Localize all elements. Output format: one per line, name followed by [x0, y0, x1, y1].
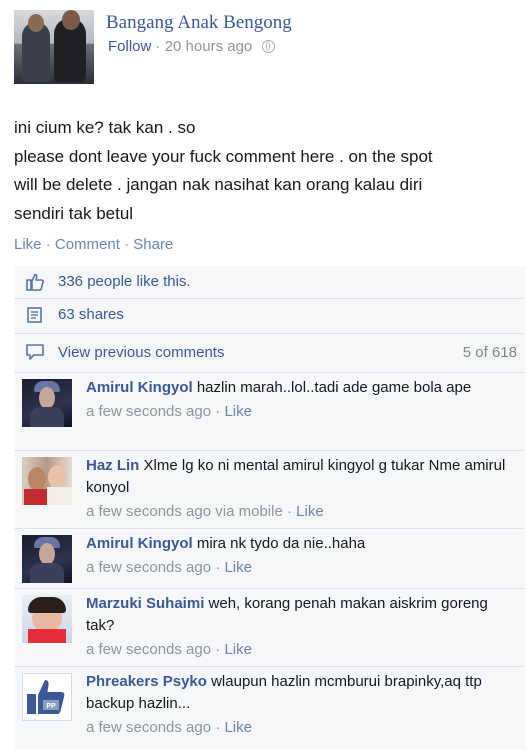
commenter-name[interactable]: Marzuki Suhaimi	[86, 595, 204, 612]
action-dot: ·	[124, 236, 130, 253]
avatar-body	[28, 629, 66, 643]
comment-item: PP Phreakers Psyko wlaupun hazlin mcmbur…	[14, 666, 525, 750]
comment-via: via mobile	[215, 503, 283, 520]
meta-dot: ·	[215, 403, 221, 420]
comment-meta: a few seconds ago · Like	[86, 717, 516, 739]
view-previous-comments[interactable]: View previous comments	[58, 344, 224, 361]
commenter-avatar[interactable]	[22, 595, 72, 643]
comment-like-button[interactable]: Like	[224, 641, 252, 658]
like-button[interactable]: Like	[14, 236, 42, 253]
commenter-name[interactable]: Amirul Kingyol	[86, 379, 193, 396]
share-button[interactable]: Share	[133, 236, 173, 253]
comment-item: Amirul Kingyol hazlin marah..lol..tadi a…	[14, 372, 525, 450]
avatar-body	[24, 489, 48, 505]
comment-body: Amirul Kingyol hazlin marah..lol..tadi a…	[86, 377, 516, 423]
meta-dot: ·	[286, 503, 292, 520]
comment-meta: a few seconds ago · Like	[86, 401, 516, 423]
avatar-face	[28, 467, 46, 491]
comment-meta: a few seconds ago · Like	[86, 639, 516, 661]
comment-text: mira nk tydo da nie..haha	[196, 535, 366, 552]
commenter-avatar[interactable]	[22, 379, 72, 427]
meta-separator: ·	[155, 38, 161, 55]
comment-like-button[interactable]: Like	[224, 719, 252, 736]
meta-dot: ·	[215, 559, 221, 576]
post-meta: Follow · 20 hours ago	[108, 38, 276, 55]
comment-meta: a few seconds ago via mobile · Like	[86, 501, 516, 523]
avatar-body	[30, 407, 64, 427]
page-name-link[interactable]: Bangang Anak Bengong	[106, 12, 292, 34]
thumbs-up-logo-icon: PP	[27, 680, 65, 714]
post-actions: Like · Comment · Share	[14, 236, 173, 253]
page-avatar[interactable]	[14, 10, 94, 84]
commenter-avatar[interactable]	[22, 457, 72, 505]
comment-time[interactable]: a few seconds ago	[86, 641, 211, 658]
comment-text: Xlme lg ko ni mental amirul kingyol g tu…	[86, 457, 506, 496]
comment-count: 5 of 618	[462, 344, 517, 361]
post-text: ini cium ke? tak kan . so please dont le…	[14, 114, 526, 228]
post-text-line: please dont leave your fuck comment here…	[14, 146, 433, 166]
comment-item: Haz Lin Xlme lg ko ni mental amirul king…	[14, 450, 525, 528]
avatar-head-left	[28, 14, 44, 32]
shares-row[interactable]: 63 shares	[14, 299, 525, 334]
commenter-name[interactable]: Haz Lin	[86, 457, 139, 474]
follow-link[interactable]: Follow	[108, 38, 151, 55]
comment-like-button[interactable]: Like	[224, 559, 252, 576]
commenter-name[interactable]: Phreakers Psyko	[86, 673, 207, 690]
avatar-head-right	[62, 10, 80, 30]
avatar-hair	[28, 597, 66, 613]
post-timestamp[interactable]: 20 hours ago	[165, 38, 253, 55]
likes-row[interactable]: 336 people like this.	[14, 266, 525, 299]
likes-count[interactable]: 336 people like this.	[58, 273, 191, 290]
comment-body: Marzuki Suhaimi weh, korang penah makan …	[86, 593, 516, 661]
comment-text: hazlin marah..lol..tadi ade game bola ap…	[196, 379, 472, 396]
comment-body: Haz Lin Xlme lg ko ni mental amirul king…	[86, 455, 516, 523]
avatar-face	[48, 465, 66, 489]
comment-body: Phreakers Psyko wlaupun hazlin mcmburui …	[86, 671, 516, 739]
comment-button[interactable]: Comment	[55, 236, 120, 253]
meta-dot: ·	[215, 641, 221, 658]
avatar-face	[39, 543, 55, 565]
comment-body: Amirul Kingyol mira nk tydo da nie..haha…	[86, 533, 516, 579]
comment-time[interactable]: a few seconds ago	[86, 403, 211, 420]
meta-dot: ·	[215, 719, 221, 736]
comment-time[interactable]: a few seconds ago	[86, 503, 211, 520]
commenter-avatar[interactable]	[22, 535, 72, 583]
commenter-avatar[interactable]: PP	[22, 673, 72, 721]
comment-like-button[interactable]: Like	[296, 503, 324, 520]
comment-time[interactable]: a few seconds ago	[86, 719, 211, 736]
comment-bubble-icon	[26, 344, 44, 360]
post-header: Bangang Anak Bengong Follow · 20 hours a…	[14, 10, 524, 86]
globe-icon	[262, 40, 276, 53]
share-icon	[27, 307, 42, 323]
svg-text:PP: PP	[46, 703, 56, 710]
view-previous-row[interactable]: View previous comments 5 of 618	[14, 334, 525, 372]
avatar-body	[47, 487, 72, 505]
comment-time[interactable]: a few seconds ago	[86, 559, 211, 576]
post-text-line: ini cium ke? tak kan . so	[14, 118, 196, 137]
commenter-name[interactable]: Amirul Kingyol	[86, 535, 193, 552]
post-text-line: will be delete . jangan nak nasihat kan …	[14, 175, 423, 194]
avatar-body	[30, 563, 64, 583]
post-text-line: sendiri tak betul	[14, 203, 134, 223]
avatar-face	[39, 387, 55, 409]
shares-count[interactable]: 63 shares	[58, 306, 124, 323]
comment-item: Marzuki Suhaimi weh, korang penah makan …	[14, 588, 525, 666]
comment-item: Amirul Kingyol mira nk tydo da nie..haha…	[14, 528, 525, 586]
thumbs-up-icon	[26, 273, 44, 291]
comment-like-button[interactable]: Like	[224, 403, 252, 420]
comment-meta: a few seconds ago · Like	[86, 557, 516, 579]
action-dot: ·	[45, 236, 51, 253]
feedback-panel: 336 people like this. 63 shares View pre…	[14, 266, 525, 750]
